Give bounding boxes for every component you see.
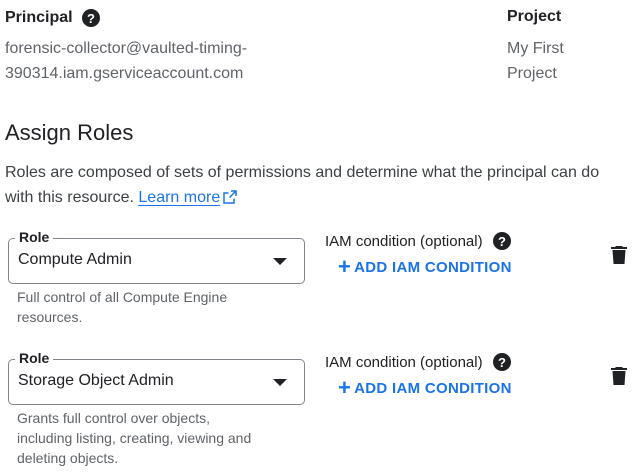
- iam-condition-text: IAM condition (optional): [325, 232, 483, 250]
- svg-text:?: ?: [87, 11, 95, 26]
- help-icon[interactable]: ?: [492, 231, 512, 251]
- project-value: My First Project: [507, 36, 597, 86]
- iam-condition-label: IAM condition (optional) ?: [325, 231, 512, 251]
- external-link-icon[interactable]: [223, 187, 237, 212]
- role-select-value: Compute Admin: [18, 251, 132, 268]
- role-field-label: Role: [15, 229, 54, 245]
- trash-icon[interactable]: [610, 366, 628, 386]
- svg-text:?: ?: [498, 234, 506, 249]
- plus-icon: +: [338, 374, 352, 400]
- dropdown-arrow-icon[interactable]: [273, 258, 287, 265]
- iam-condition-label: IAM condition (optional) ?: [325, 352, 512, 372]
- project-value-line: My First: [507, 40, 564, 57]
- project-title: Project: [507, 8, 562, 25]
- principal-value-line: forensic-collector@vaulted-timing-: [5, 40, 248, 57]
- project-value-line: Project: [507, 65, 557, 82]
- plus-icon: +: [338, 253, 352, 279]
- learn-more-label: Learn more: [138, 189, 221, 206]
- add-iam-condition-button[interactable]: + ADD IAM CONDITION: [338, 374, 512, 400]
- role-hint: Grants full control over objects, includ…: [17, 410, 252, 466]
- role-select[interactable]: Role Storage Object Admin: [8, 350, 305, 405]
- assign-roles-description: Roles are composed of sets of permission…: [5, 160, 625, 212]
- role-select[interactable]: Role Compute Admin: [8, 229, 305, 284]
- principal-value: forensic-collector@vaulted-timing- 39031…: [5, 36, 285, 86]
- principal-header: Principal ?: [5, 8, 101, 28]
- help-icon[interactable]: ?: [492, 352, 512, 372]
- svg-text:?: ?: [498, 355, 506, 370]
- role-field-label: Role: [15, 350, 54, 366]
- assign-roles-title: Assign Roles: [5, 120, 134, 145]
- role-hint: Full control of all Compute Engine resou…: [17, 289, 228, 325]
- add-iam-condition-label: ADD IAM CONDITION: [354, 259, 512, 276]
- help-icon[interactable]: ?: [81, 8, 101, 28]
- role-select-value: Storage Object Admin: [18, 372, 174, 389]
- add-iam-condition-button[interactable]: + ADD IAM CONDITION: [338, 253, 512, 279]
- learn-more-link[interactable]: Learn more: [138, 189, 220, 206]
- iam-condition-text: IAM condition (optional): [325, 353, 483, 371]
- dropdown-arrow-icon[interactable]: [273, 379, 287, 386]
- principal-title: Principal: [5, 9, 73, 26]
- trash-icon[interactable]: [610, 245, 628, 265]
- add-iam-condition-label: ADD IAM CONDITION: [354, 380, 512, 397]
- principal-value-line: 390314.iam.gserviceaccount.com: [5, 65, 244, 82]
- description-text: Roles are composed of sets of permission…: [5, 164, 600, 206]
